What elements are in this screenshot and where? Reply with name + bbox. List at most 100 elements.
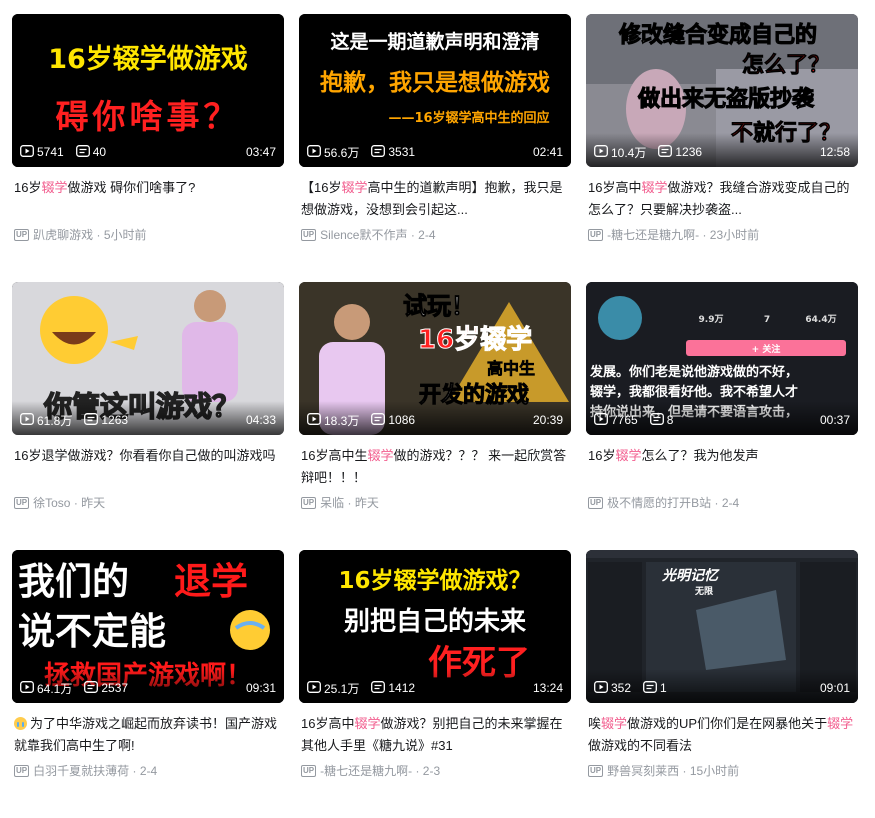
video-card[interactable]: 9.9万 7 64.4万 + 关注 发展。你们老是说他游戏做的不好， 辍学，我都… (586, 282, 858, 550)
video-thumbnail[interactable]: 试玩！ 16岁辍学 高中生 开发的游戏 18.3万 1086 20:39 (299, 282, 571, 435)
video-meta[interactable]: UP Silence默不作声 · 2-4 (301, 226, 569, 243)
video-meta[interactable]: UP 徐Toso · 昨天 (14, 494, 282, 511)
view-count: 10.4万 (594, 144, 646, 161)
publish-time: 15小时前 (689, 764, 740, 778)
video-meta[interactable]: UP -糖七还是糖九啊- · 23小时前 (588, 226, 856, 243)
danmaku-count: 3531 (371, 144, 415, 160)
video-meta[interactable]: UP -糖七还是糖九啊- · 2-3 (301, 762, 569, 779)
author-name[interactable]: -糖七还是糖九啊- (607, 226, 699, 243)
up-badge-icon: UP (301, 764, 317, 777)
play-count-icon (594, 680, 611, 696)
view-count: 352 (594, 680, 631, 696)
danmaku-count: 8 (649, 412, 673, 428)
author-name[interactable]: 白羽千夏就扶薄荷 (33, 762, 129, 779)
view-count: 18.3万 (307, 412, 359, 429)
author-name[interactable]: -糖七还是糖九啊- (320, 762, 412, 779)
play-count-icon (594, 412, 611, 428)
video-card[interactable]: 16岁辍学做游戏 碍你啥事？ 5741 40 03:47 16岁辍学做游戏 碍你… (12, 14, 284, 282)
danmaku-count-icon (371, 144, 388, 160)
thumb-headline: 无限 (694, 586, 714, 597)
video-stats: 5741 40 03:47 (20, 144, 276, 160)
publish-time: 2-3 (422, 763, 441, 778)
video-stats: 61.8万 1263 04:33 (20, 412, 276, 428)
up-badge-icon: UP (301, 228, 317, 241)
thumb-headline: 抱歉，我只是想做游戏 (320, 69, 550, 96)
meta-separator: · (70, 495, 82, 510)
video-thumbnail[interactable]: 9.9万 7 64.4万 + 关注 发展。你们老是说他游戏做的不好， 辍学，我都… (586, 282, 858, 435)
svg-text:7: 7 (764, 315, 770, 325)
video-meta[interactable]: UP 野兽冥刻莱西 · 15小时前 (588, 762, 856, 779)
thumb-headline: 光明记忆 (661, 567, 720, 584)
danmaku-count-icon (75, 144, 93, 160)
video-card[interactable]: 16岁辍学做游戏？ 别把自己的未来 作死了 25.1万 1412 13:24 1… (299, 550, 571, 818)
video-title[interactable]: 16岁退学做游戏？你看看你自己做的叫游戏吗 (14, 445, 282, 489)
danmaku-count-icon (84, 412, 101, 428)
video-stats: 352 1 09:01 (594, 680, 850, 696)
video-title[interactable]: 16岁高中辍学做游戏？我缝合游戏变成自己的怎么了？只要解决抄袭盗... (588, 177, 856, 221)
danmaku-count: 2537 (84, 680, 128, 696)
svg-text:发展。你们老是说他游戏做的不好，: 发展。你们老是说他游戏做的不好， (589, 364, 798, 380)
video-card[interactable]: 修改缝合变成自己的 怎么了？ 做出来无盗版抄袭 不就行了？ 10.4万 1236… (586, 14, 858, 282)
author-name[interactable]: Silence默不作声 (320, 226, 407, 243)
video-meta[interactable]: UP 趴虎聊游戏 · 5小时前 (14, 226, 282, 243)
video-meta[interactable]: UP 白羽千夏就扶薄荷 · 2-4 (14, 762, 282, 779)
video-stats: 10.4万 1236 12:58 (594, 144, 850, 160)
danmaku-count: 1263 (84, 412, 128, 428)
video-thumbnail[interactable]: 16岁辍学做游戏 碍你啥事？ 5741 40 03:47 (12, 14, 284, 167)
video-title[interactable]: 16岁辍学怎么了？我为他发声 (588, 445, 856, 489)
video-stats: 25.1万 1412 13:24 (307, 680, 563, 696)
thumb-headline: 怎么了？ (742, 52, 830, 78)
video-card[interactable]: 试玩！ 16岁辍学 高中生 开发的游戏 18.3万 1086 20:39 16岁… (299, 282, 571, 550)
author-name[interactable]: 呆临 (320, 494, 344, 511)
video-title[interactable]: 16岁高中生辍学做的游戏？？？ 来一起欣赏答辩吧！！！ (301, 445, 569, 489)
video-thumbnail[interactable]: 光明记忆 无限 352 1 09:01 (586, 550, 858, 703)
video-stats: 7765 8 00:37 (594, 412, 850, 428)
danmaku-count: 1412 (371, 680, 415, 696)
video-stats: 18.3万 1086 20:39 (307, 412, 563, 428)
video-duration: 00:37 (819, 413, 850, 427)
svg-text:辍学，我都很看好他。我不希望人才: 辍学，我都很看好他。我不希望人才 (590, 384, 798, 400)
video-duration: 04:33 (245, 413, 276, 427)
video-title[interactable]: 【16岁辍学高中生的道歉声明】抱歉，我只是想做游戏，没想到会引起这... (301, 177, 569, 221)
publish-time: 昨天 (81, 496, 106, 510)
video-thumbnail[interactable]: 16岁辍学做游戏？ 别把自己的未来 作死了 25.1万 1412 13:24 (299, 550, 571, 703)
video-title[interactable]: 为了中华游戏之崛起而放弃读书！国产游戏就靠我们高中生了啊! (14, 713, 282, 757)
video-duration: 20:39 (532, 413, 563, 427)
author-name[interactable]: 趴虎聊游戏 (33, 226, 93, 243)
meta-separator: · (699, 227, 710, 242)
video-thumbnail[interactable]: 修改缝合变成自己的 怎么了？ 做出来无盗版抄袭 不就行了？ 10.4万 1236… (586, 14, 858, 167)
publish-time: 2-4 (721, 495, 740, 510)
publish-time: 2-4 (418, 227, 436, 242)
view-count: 7765 (594, 412, 638, 428)
play-count-icon (307, 412, 324, 428)
author-name[interactable]: 极不情愿的打开B站 (607, 494, 711, 511)
video-title[interactable]: 唉辍学做游戏的UP们你们是在网暴他关于辍学做游戏的不同看法 (588, 713, 856, 757)
video-title[interactable]: 16岁辍学做游戏 碍你们啥事了? (14, 177, 282, 221)
video-card[interactable]: 你管这叫游戏？ 61.8万 1263 04:33 16岁退学做游戏？你看看你自己… (12, 282, 284, 550)
thumb-headline: 高中生 (487, 359, 535, 378)
up-badge-icon: UP (588, 764, 604, 777)
author-name[interactable]: 徐Toso (33, 494, 70, 511)
video-duration: 09:31 (245, 681, 276, 695)
video-thumbnail[interactable]: 我们的 退学 说不定能 拯救国产游戏啊！ 64.1万 2537 09:31 (12, 550, 284, 703)
svg-text:9.9万: 9.9万 (699, 314, 724, 325)
video-card[interactable]: 光明记忆 无限 352 1 09:01 唉辍学做游戏的UP们你们是在网暴他关于辍… (586, 550, 858, 818)
danmaku-count-icon (658, 144, 675, 160)
video-stats: 56.6万 3531 02:41 (307, 144, 563, 160)
video-card[interactable]: 我们的 退学 说不定能 拯救国产游戏啊！ 64.1万 2537 09:31 为了… (12, 550, 284, 818)
video-card[interactable]: 这是一期道歉声明和澄清 抱歉，我只是想做游戏 ——16岁辍学高中生的回应 56.… (299, 14, 571, 282)
danmaku-count-icon (371, 412, 388, 428)
danmaku-count-icon (643, 680, 660, 696)
video-thumbnail[interactable]: 你管这叫游戏？ 61.8万 1263 04:33 (12, 282, 284, 435)
video-meta[interactable]: UP 极不情愿的打开B站 · 2-4 (588, 494, 856, 511)
thumb-headline: 别把自己的未来 (343, 606, 527, 637)
danmaku-count: 1086 (371, 412, 415, 428)
video-title[interactable]: 16岁高中辍学做游戏？别把自己的未来掌握在其他人手里《糖九说》#31 (301, 713, 569, 757)
video-meta[interactable]: UP 呆临 · 昨天 (301, 494, 569, 511)
author-name[interactable]: 野兽冥刻莱西 (607, 762, 679, 779)
thumb-headline: 这是一期道歉声明和澄清 (330, 30, 539, 53)
up-badge-icon: UP (588, 228, 604, 241)
thumb-headline: ——16岁辍学高中生的回应 (388, 110, 549, 126)
video-thumbnail[interactable]: 这是一期道歉声明和澄清 抱歉，我只是想做游戏 ——16岁辍学高中生的回应 56.… (299, 14, 571, 167)
up-badge-icon: UP (301, 496, 317, 509)
